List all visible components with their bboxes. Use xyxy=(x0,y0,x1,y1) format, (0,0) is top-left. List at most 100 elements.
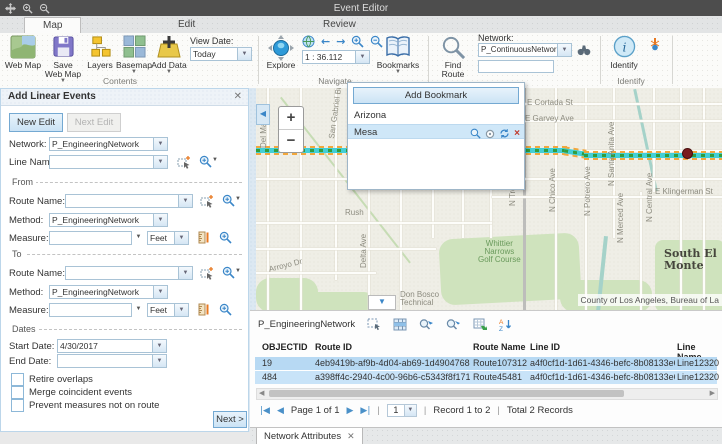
add-data-button[interactable]: Add Data ▼ xyxy=(150,35,188,75)
from-measure-zoom-icon[interactable] xyxy=(219,231,232,244)
first-page-icon[interactable]: |◀ xyxy=(260,406,270,416)
tab-edit[interactable]: Edit xyxy=(160,17,213,32)
view-date-combo[interactable]: Today ▼ xyxy=(190,47,252,61)
chevron-down-icon[interactable]: ▼ xyxy=(154,155,168,169)
to-method-combo[interactable]: P_EngineeringNetwork ▼ xyxy=(49,285,168,299)
chevron-down-icon[interactable]: ▼ xyxy=(405,404,417,417)
col-header-line-id[interactable]: Line ID xyxy=(530,342,675,356)
binoculars-icon[interactable] xyxy=(577,44,591,56)
explore-button[interactable]: Explore xyxy=(264,35,298,70)
chevron-down-icon[interactable]: ▼ xyxy=(132,303,145,317)
scroll-right-icon[interactable]: ▶ xyxy=(710,389,715,398)
chevron-down-icon[interactable]: ▼ xyxy=(175,303,189,317)
scale-combo[interactable]: 1 : 36.112 ▼ xyxy=(302,50,370,64)
new-edit-button[interactable]: New Edit xyxy=(9,113,63,132)
next-edit-button[interactable]: Next Edit xyxy=(67,113,121,132)
zoom-to-selected-icon[interactable] xyxy=(419,318,434,331)
start-date-combo[interactable]: 4/30/2017 ▼ xyxy=(57,339,167,353)
from-route-combo[interactable]: ▼ xyxy=(65,194,193,208)
previous-page-icon[interactable]: ◀ xyxy=(277,406,284,416)
pan-to-selected-icon[interactable] xyxy=(446,318,461,331)
chevron-down-icon[interactable]: ▼ xyxy=(154,213,168,227)
scrollbar-thumb[interactable] xyxy=(269,390,624,397)
next-extent-icon[interactable]: → xyxy=(336,36,345,48)
zoom-to-line-icon[interactable]: ▼ xyxy=(199,155,218,168)
bookmarks-button[interactable]: Bookmarks ▼ xyxy=(376,35,420,75)
bookmarks-popup: Add Bookmark Arizona Mesa × xyxy=(347,82,525,190)
collapse-table-arrow[interactable]: ▼ xyxy=(368,295,396,310)
next-page-icon[interactable]: ▶ xyxy=(347,406,354,416)
from-unit-combo[interactable]: Feet ▼ xyxy=(147,231,189,245)
chevron-down-icon[interactable]: ▼ xyxy=(179,194,193,208)
chevron-down-icon[interactable]: ▼ xyxy=(179,266,193,280)
close-icon[interactable]: ✕ xyxy=(347,431,355,442)
next-button[interactable]: Next > xyxy=(213,411,247,428)
web-map-button[interactable]: Web Map xyxy=(4,35,42,70)
table-horizontal-scrollbar[interactable]: ◀ ▶ xyxy=(256,388,718,400)
from-measure-input[interactable]: ▼ xyxy=(49,231,145,245)
tab-review[interactable]: Review xyxy=(305,17,374,32)
identify-button[interactable]: i Identify xyxy=(606,35,642,70)
from-measure-ruler-icon[interactable] xyxy=(197,231,210,244)
to-measure-ruler-icon[interactable] xyxy=(197,303,210,316)
collapse-panel-arrow[interactable]: ◀ xyxy=(256,104,270,125)
line-name-combo[interactable]: ▼ xyxy=(49,155,168,169)
select-from-route-on-map-icon[interactable] xyxy=(200,194,214,208)
zoom-to-to-route-icon[interactable]: ▼ xyxy=(222,266,241,279)
chevron-down-icon[interactable]: ▼ xyxy=(356,50,370,64)
col-header-objectid[interactable]: OBJECTID xyxy=(262,342,312,356)
panel-network-combo[interactable]: P_EngineeringNetwork ▼ xyxy=(49,137,168,151)
col-header-line-name[interactable]: Line Name xyxy=(677,342,722,356)
find-route-input[interactable] xyxy=(478,60,554,73)
update-bookmark-icon[interactable] xyxy=(499,128,510,139)
end-date-combo[interactable]: ▼ xyxy=(57,354,167,368)
zoom-to-from-route-icon[interactable]: ▼ xyxy=(222,194,241,207)
chevron-down-icon[interactable]: ▼ xyxy=(154,137,168,151)
select-line-on-map-icon[interactable] xyxy=(177,155,191,169)
chevron-down-icon[interactable]: ▼ xyxy=(154,285,168,299)
retire-overlaps-checkbox[interactable] xyxy=(11,373,24,386)
sort-records-icon[interactable]: AZ xyxy=(499,318,513,331)
tab-map[interactable]: Map xyxy=(24,17,81,34)
zoom-in-tool-icon[interactable] xyxy=(351,35,364,48)
add-bookmark-button[interactable]: Add Bookmark xyxy=(353,87,519,104)
map-zoom-in-button[interactable]: + xyxy=(279,107,303,130)
col-header-route-name[interactable]: Route Name xyxy=(473,342,528,356)
tab-network-attributes[interactable]: Network Attributes ✕ xyxy=(256,428,363,444)
identify-pin-icon[interactable] xyxy=(648,37,662,51)
to-unit-combo[interactable]: Feet ▼ xyxy=(147,303,189,317)
chevron-down-icon[interactable]: ▼ xyxy=(153,339,167,353)
select-to-route-on-map-icon[interactable] xyxy=(200,266,214,280)
zoom-to-bookmark-icon[interactable] xyxy=(470,128,481,139)
to-measure-zoom-icon[interactable] xyxy=(219,303,232,316)
select-records-icon[interactable] xyxy=(367,318,381,331)
show-selected-records-icon[interactable] xyxy=(393,318,407,331)
find-route-button[interactable]: Find Route xyxy=(436,35,470,79)
bookmark-item-mesa[interactable]: Mesa × xyxy=(348,124,524,139)
switch-selection-icon[interactable] xyxy=(473,318,487,331)
basemap-button[interactable]: Basemap ▼ xyxy=(116,35,152,75)
close-icon[interactable]: ✕ xyxy=(234,91,242,102)
prevent-measures-checkbox[interactable] xyxy=(11,399,24,412)
layers-button[interactable]: Layers xyxy=(84,35,116,70)
previous-extent-icon[interactable]: ← xyxy=(321,36,330,48)
chevron-down-icon[interactable]: ▼ xyxy=(558,43,572,57)
pan-to-bookmark-icon[interactable] xyxy=(485,129,495,139)
network-combo[interactable]: P_ContinuousNetwork ▼ xyxy=(478,43,572,57)
to-measure-input[interactable]: ▼ xyxy=(49,303,145,317)
map-zoom-out-button[interactable]: − xyxy=(279,130,303,152)
to-route-combo[interactable]: ▼ xyxy=(65,266,193,280)
col-header-route-id[interactable]: Route ID xyxy=(315,342,470,356)
page-number-combo[interactable]: 1 ▼ xyxy=(387,404,417,417)
globe-icon[interactable] xyxy=(302,35,315,48)
chevron-down-icon[interactable]: ▼ xyxy=(238,47,252,61)
last-page-icon[interactable]: ▶| xyxy=(360,406,370,416)
from-method-combo[interactable]: P_EngineeringNetwork ▼ xyxy=(49,213,168,227)
chevron-down-icon[interactable]: ▼ xyxy=(132,231,145,245)
merge-coincident-checkbox[interactable] xyxy=(11,386,24,399)
chevron-down-icon[interactable]: ▼ xyxy=(153,354,167,368)
chevron-down-icon[interactable]: ▼ xyxy=(175,231,189,245)
scroll-left-icon[interactable]: ◀ xyxy=(259,389,264,398)
delete-bookmark-icon[interactable]: × xyxy=(514,126,520,141)
bookmark-item-arizona[interactable]: Arizona xyxy=(348,108,524,123)
